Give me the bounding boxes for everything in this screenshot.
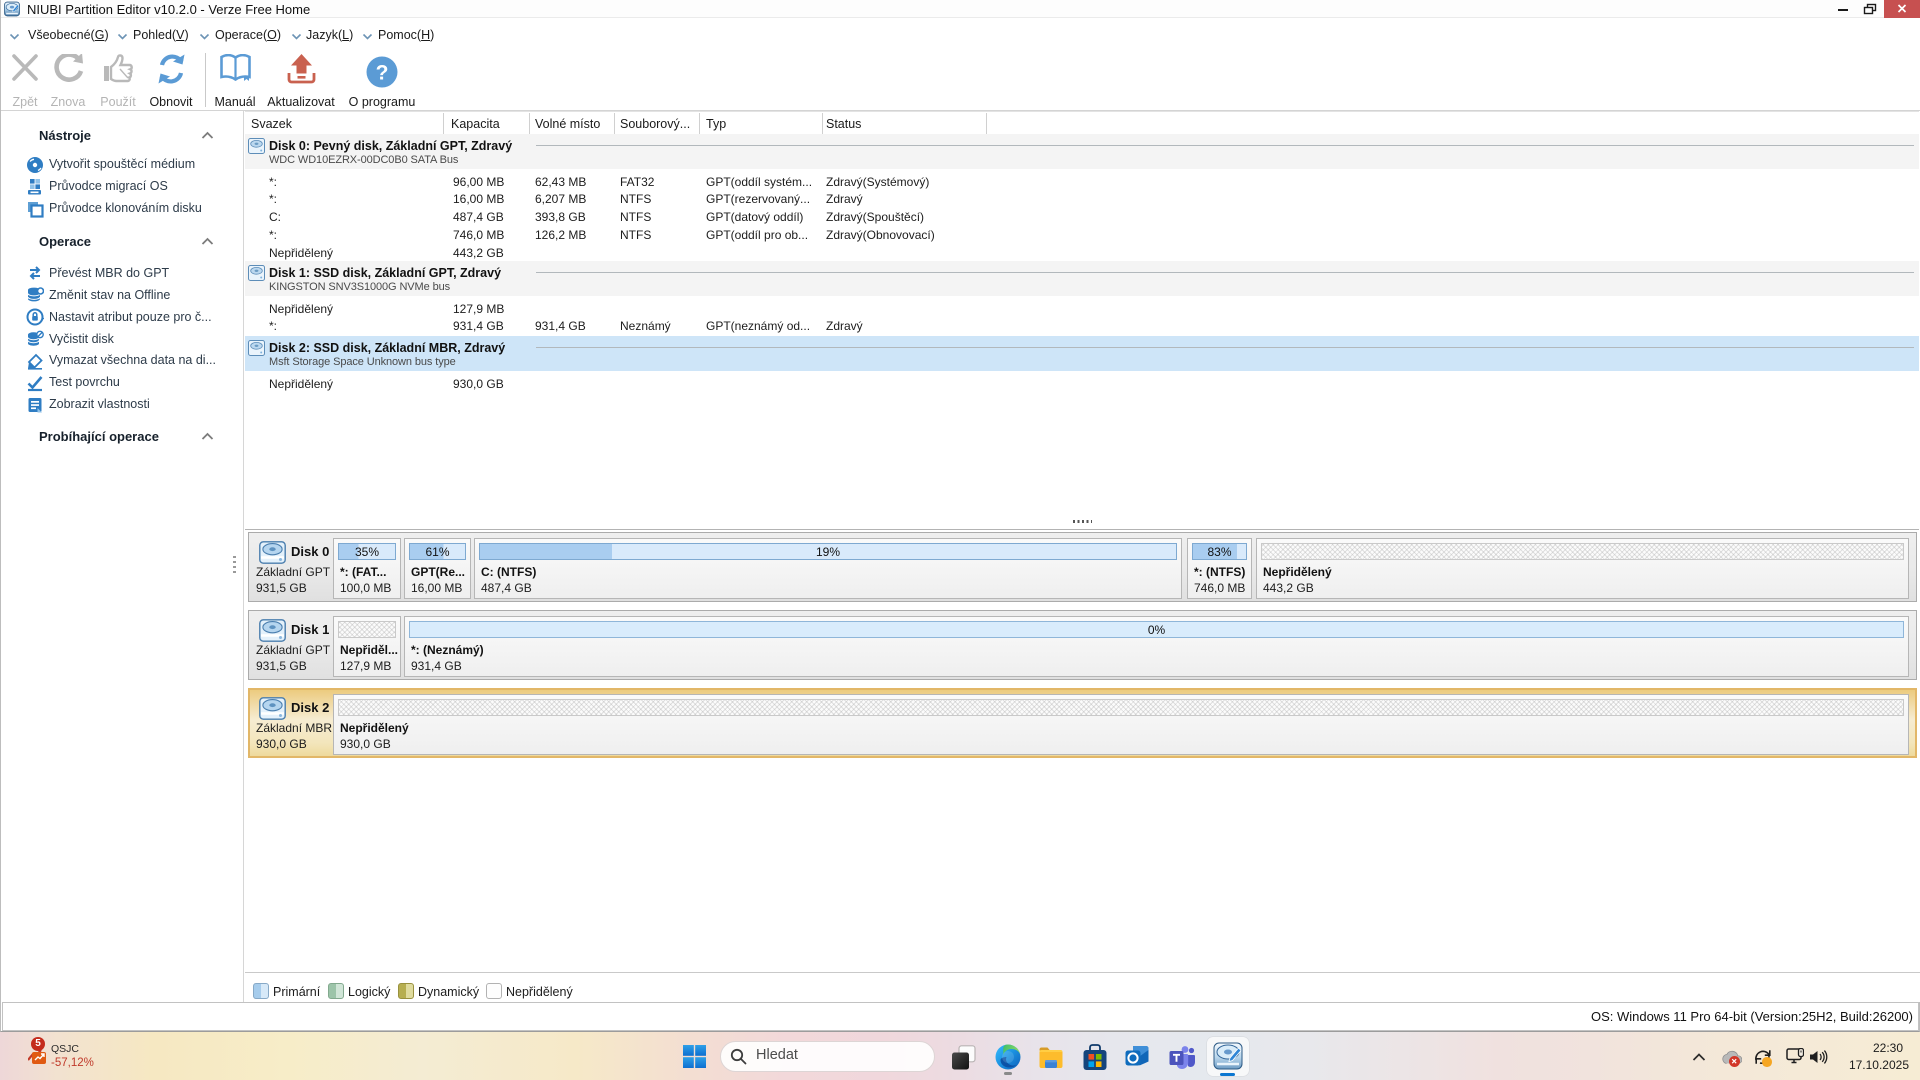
svg-text:?: ? xyxy=(376,62,389,85)
